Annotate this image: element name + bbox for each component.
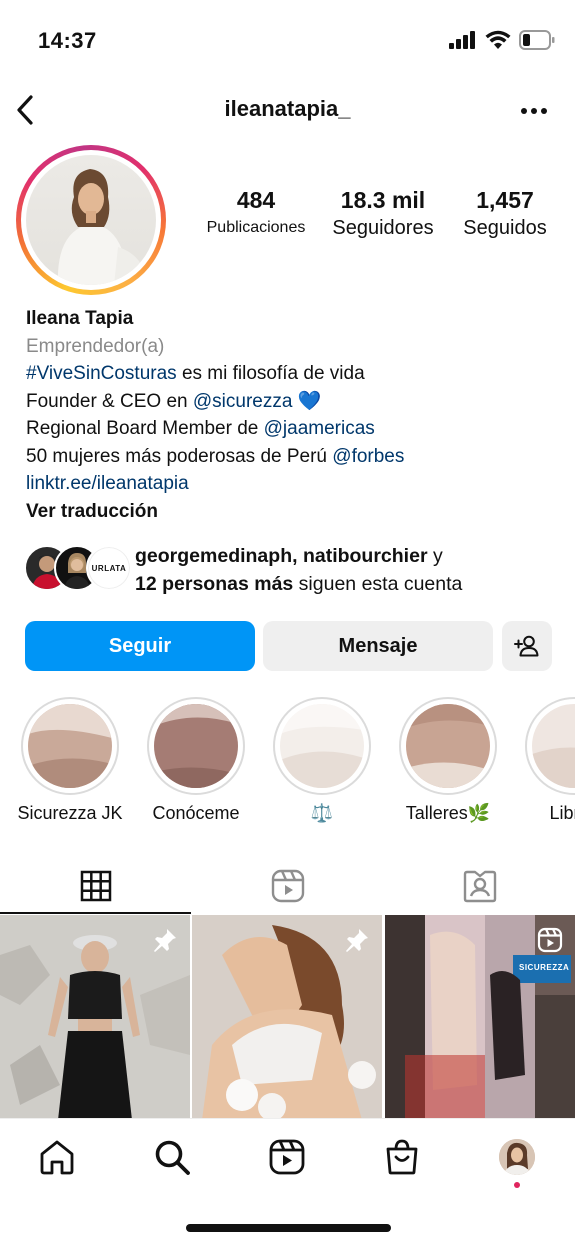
following-count: 1,457	[476, 187, 534, 213]
hashtag-link[interactable]: #ViveSinCosturas	[26, 363, 177, 384]
signal-icon	[449, 31, 475, 49]
follow-button[interactable]: Seguir	[25, 621, 255, 671]
highlight-sicurezza-jk[interactable]: Sicurezza JK	[15, 697, 125, 824]
profile-avatar	[499, 1139, 535, 1175]
mutual-followers[interactable]: URLATA georgemedinaph, natibourchier y 1…	[24, 542, 564, 598]
bio-line-4: 50 mujeres más poderosas de Perú @forbes	[26, 445, 405, 467]
avatar: URLATA	[86, 545, 132, 591]
bio-line-2: Founder & CEO en @sicurezza 💙	[26, 390, 322, 412]
home-icon	[40, 1140, 74, 1175]
message-button[interactable]: Mensaje	[263, 621, 493, 671]
profile-bio: Ileana Tapia Emprendedor(a) #ViveSinCost…	[26, 305, 556, 525]
nav-profile[interactable]	[497, 1137, 537, 1177]
mutual-followers-avatars: URLATA	[24, 545, 134, 591]
highlight-label: Sicurezza JK	[17, 803, 123, 823]
blue-heart-icon: 💙	[297, 390, 322, 412]
profile-stats: 484 Publicaciones 18.3 mil Seguidores 1,…	[195, 187, 565, 240]
mutual-followers-text: georgemedinaph, natibourchier y 12 perso…	[135, 545, 463, 595]
highlight-talleres[interactable]: Talleres🌿	[393, 697, 503, 824]
highlight-cover	[154, 704, 238, 788]
profile-avatar-story-ring[interactable]	[16, 145, 166, 295]
home-indicator	[186, 1224, 391, 1232]
followers-label: Seguidores	[332, 217, 434, 240]
reels-icon	[269, 1139, 305, 1175]
profile-content-tabs	[0, 858, 575, 914]
nav-shop[interactable]	[382, 1137, 422, 1177]
status-bar: 14:37	[0, 0, 575, 80]
status-icons	[449, 30, 555, 50]
pin-icon	[154, 929, 176, 952]
bottom-navigation	[0, 1118, 575, 1198]
profile-category: Emprendedor(a)	[26, 335, 165, 357]
stat-followers[interactable]: 18.3 mil Seguidores	[321, 187, 445, 240]
bio-line-1: #ViveSinCosturas es mi filosofía de vida	[26, 363, 365, 384]
mutual-followers-names: georgemedinaph, natibourchier	[135, 545, 428, 567]
posts-count: 484	[236, 187, 276, 213]
posts-grid: SICUREZZA	[0, 915, 575, 1120]
highlight-label: Libros	[549, 803, 575, 823]
suggested-accounts-button[interactable]	[502, 621, 552, 671]
nav-home[interactable]	[37, 1137, 77, 1177]
highlight-libros[interactable]: Libros	[519, 697, 575, 824]
following-label: Seguidos	[463, 217, 547, 240]
post-thumbnail[interactable]	[192, 915, 382, 1120]
highlight-label: Conóceme	[152, 803, 240, 823]
followers-count: 18.3 mil	[340, 187, 426, 213]
highlight-conoceme[interactable]: Conóceme	[141, 697, 251, 824]
tab-tagged[interactable]	[384, 858, 575, 914]
highlight-label: Talleres🌿	[405, 803, 491, 823]
highlight-cover	[28, 704, 112, 788]
reel-icon	[537, 927, 563, 953]
nav-search[interactable]	[152, 1137, 192, 1177]
mention-forbes[interactable]: @forbes	[332, 446, 404, 467]
search-icon	[155, 1140, 190, 1175]
status-time: 14:37	[38, 28, 97, 53]
highlight-scales[interactable]: ⚖️	[267, 697, 377, 824]
profile-avatar	[26, 155, 156, 285]
bio-line-3: Regional Board Member de @jaamericas	[26, 418, 375, 439]
highlight-cover	[532, 704, 575, 788]
bio-website-link[interactable]: linktr.ee/ileanatapia	[26, 470, 556, 498]
battery-icon	[519, 30, 555, 50]
highlight-label: ⚖️	[310, 803, 334, 823]
mutual-followers-more: 12 personas más	[135, 573, 294, 595]
stat-posts[interactable]: 484 Publicaciones	[195, 187, 317, 240]
header-username: ileanatapia_	[224, 96, 351, 121]
more-horizontal-icon	[521, 108, 547, 114]
profile-header: ileanatapia_	[0, 86, 575, 136]
post-sign-text: SICUREZZA	[519, 963, 570, 972]
post-thumbnail[interactable]: SICUREZZA	[385, 915, 575, 1120]
add-person-icon	[514, 635, 539, 657]
shop-icon	[386, 1139, 418, 1175]
tagged-icon	[463, 870, 496, 903]
reels-icon	[271, 869, 304, 903]
highlight-cover	[280, 704, 364, 788]
posts-label: Publicaciones	[206, 219, 306, 237]
see-translation-link[interactable]: Ver traducción	[26, 498, 556, 526]
story-highlights: Sicurezza JK Conóceme ⚖️ Talleres🌿 Libro…	[0, 697, 575, 827]
notification-dot	[514, 1182, 520, 1188]
nav-reels[interactable]	[267, 1137, 307, 1177]
more-options-button[interactable]	[519, 96, 549, 126]
tab-posts-grid[interactable]	[0, 858, 191, 914]
pin-icon	[346, 929, 368, 952]
stat-following[interactable]: 1,457 Seguidos	[445, 187, 565, 240]
active-tab-indicator	[0, 912, 191, 914]
mention-jaamericas[interactable]: @jaamericas	[264, 418, 375, 439]
post-thumbnail[interactable]	[0, 915, 190, 1120]
tab-reels[interactable]	[192, 858, 383, 914]
profile-name: Ileana Tapia	[26, 308, 134, 329]
mention-sicurezza[interactable]: @sicurezza	[193, 391, 293, 412]
grid-icon	[80, 870, 111, 902]
wifi-icon	[485, 30, 511, 49]
highlight-cover	[406, 704, 490, 788]
profile-actions: Seguir Mensaje	[25, 621, 552, 671]
